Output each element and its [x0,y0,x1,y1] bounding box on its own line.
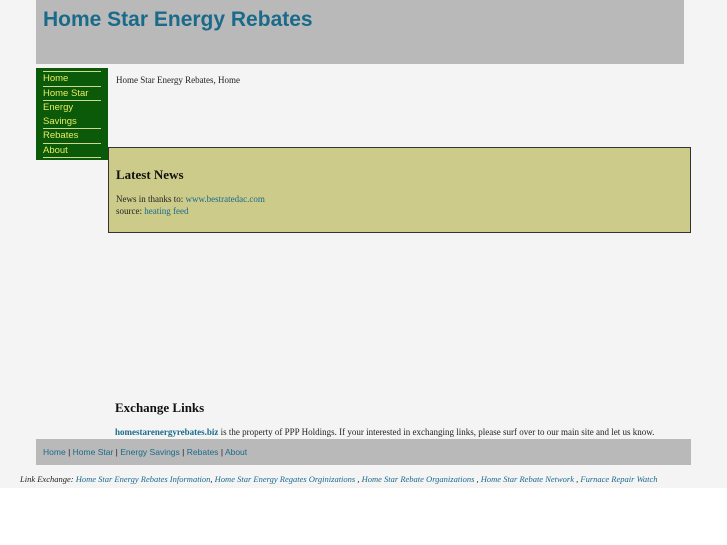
exchange-site-link[interactable]: homestarenergyrebates.biz [115,427,218,437]
link-exchange-link[interactable]: Home Star Rebate Organizations [362,474,475,484]
sidebar-item-energy-savings: Energy Savings [43,100,101,128]
footer-separator: | [220,447,224,457]
latest-news-box: Latest News News in thanks to: www.bestr… [108,147,691,233]
sidebar-nav: Home Home Star Energy Savings Rebates Ab… [36,68,108,160]
sidebar-link-rebates[interactable]: Rebates [43,129,101,143]
site-header: Home Star Energy Rebates [36,0,684,64]
link-exchange-separator: , [576,474,579,484]
news-source-line: source: heating feed [116,206,188,216]
news-source-link[interactable]: heating feed [144,206,188,216]
latest-news-title: Latest News [116,167,184,182]
sidebar-item-home-star: Home Star [43,85,101,101]
sidebar-link-home-star[interactable]: Home Star [43,87,101,101]
link-exchange-prefix: Link Exchange: [20,474,74,484]
link-exchange-link[interactable]: Home Star Energy Rebates Information [76,474,211,484]
exchange-links-text: homestarenergyrebates.biz is the propert… [115,427,654,437]
footer-separator: | [115,447,118,457]
sidebar-item-home: Home [43,71,101,86]
page-background [0,0,727,488]
link-exchange-link[interactable]: Home Star Rebate Network [481,474,574,484]
link-exchange-separator: , [357,474,360,484]
news-thanks-prefix: News in thanks to: [116,194,184,204]
exchange-description: is the property of PPP Holdings. If your… [220,427,655,437]
link-exchange-link[interactable]: Home Star Energy Regates Orginizations [215,474,356,484]
footer-separator: | [182,447,185,457]
footer-separator: | [68,447,71,457]
link-exchange-link[interactable]: Furnace Repair Watch [580,474,657,484]
footer-link-energy-savings[interactable]: Energy Savings [120,447,180,457]
exchange-links-title: Exchange Links [115,400,205,415]
footer-link-about[interactable]: About [225,447,247,457]
news-source-prefix: source: [116,206,142,216]
news-thanks-link[interactable]: www.bestratedac.com [186,194,265,204]
footer-link-home-star[interactable]: Home Star [73,447,114,457]
footer-link-rebates[interactable]: Rebates [187,447,219,457]
sidebar-item-about: About [43,142,101,158]
link-exchange-separator: , [476,474,479,484]
sidebar-link-energy-savings[interactable]: Energy Savings [43,101,101,128]
sidebar-link-about[interactable]: About [43,144,101,158]
link-exchange-separator: , [210,474,213,484]
footer-nav: Home | Home Star | Energy Savings | Reba… [36,439,691,465]
footer-link-home[interactable]: Home [43,447,66,457]
sidebar-link-home[interactable]: Home [43,72,101,86]
news-thanks-line: News in thanks to: www.bestratedac.com [116,194,265,204]
link-exchange-bar: Link Exchange: Home Star Energy Rebates … [20,474,658,484]
breadcrumb: Home Star Energy Rebates, Home [116,75,241,85]
site-title: Home Star Energy Rebates [43,8,313,31]
sidebar-item-rebates: Rebates [43,128,101,143]
